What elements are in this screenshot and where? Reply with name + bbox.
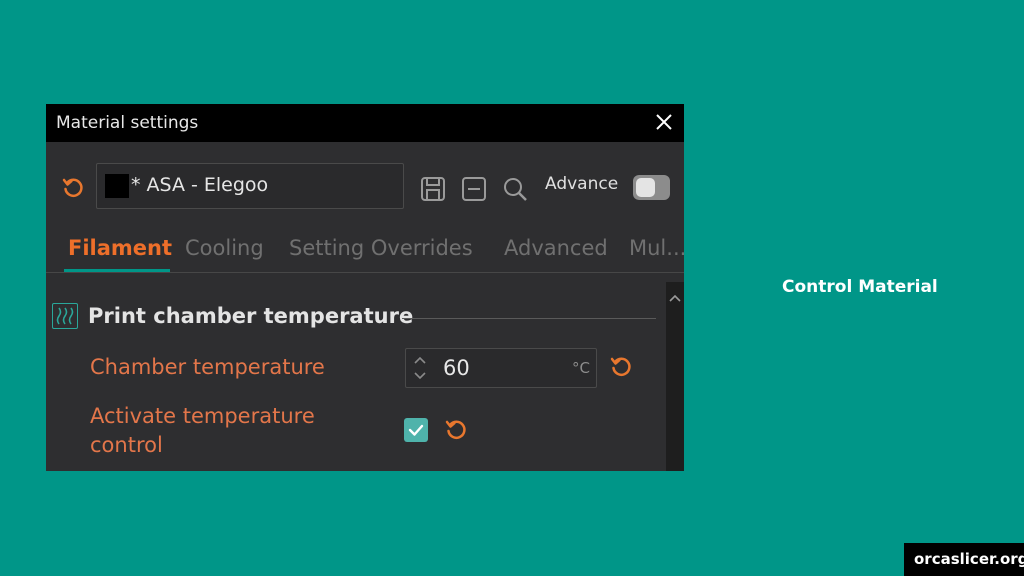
chamber-temperature-label: Chamber temperature (90, 355, 325, 379)
reset-temperature-control-icon[interactable] (444, 418, 468, 446)
vertical-scrollbar[interactable] (666, 282, 684, 471)
advance-label: Advance (545, 174, 619, 194)
site-badge: orcaslicer.org (904, 543, 1024, 576)
label-line-2: control (90, 433, 163, 457)
preset-name: * ASA - Elegoo (131, 174, 269, 196)
heat-waves-icon (52, 303, 78, 329)
preset-row: * ASA - Elegoo Advance (46, 154, 684, 214)
tab-filament[interactable]: Filament (68, 236, 172, 260)
advance-toggle[interactable] (633, 175, 670, 200)
activate-temperature-control-label: Activate temperature control (90, 402, 315, 460)
remove-preset-icon[interactable] (461, 176, 487, 206)
search-icon[interactable] (502, 176, 528, 206)
chamber-temperature-value: 60 (443, 356, 470, 380)
site-badge-text: orcaslicer.org (914, 550, 1024, 568)
section-divider (402, 318, 656, 319)
reset-chamber-temperature-icon[interactable] (609, 355, 633, 383)
chamber-temperature-input[interactable]: 60 °C (405, 348, 597, 388)
active-tab-indicator (64, 269, 170, 272)
reset-preset-icon[interactable] (61, 176, 85, 204)
dialog-title: Material settings (56, 113, 199, 133)
title-bar: Material settings (46, 104, 684, 142)
close-icon[interactable] (650, 108, 678, 136)
chevron-up-icon[interactable] (669, 288, 681, 307)
toggle-knob (636, 178, 655, 197)
spin-arrows-icon[interactable] (412, 353, 428, 387)
tab-multimaterial[interactable]: Mul... (629, 236, 684, 260)
temperature-unit: °C (572, 359, 590, 377)
caption-text: Control Material (782, 277, 938, 297)
section-header: Print chamber temperature (46, 300, 666, 334)
material-settings-dialog: Material settings * ASA - Elegoo Advance… (46, 104, 684, 471)
activate-temperature-control-checkbox[interactable] (404, 418, 428, 442)
filament-color-swatch (105, 174, 129, 198)
tab-bar: Filament Cooling Setting Overrides Advan… (46, 228, 684, 273)
tab-advanced[interactable]: Advanced (504, 236, 608, 260)
tab-cooling[interactable]: Cooling (185, 236, 264, 260)
label-line-1: Activate temperature (90, 404, 315, 428)
preset-combobox[interactable]: * ASA - Elegoo (96, 163, 404, 209)
section-title: Print chamber temperature (88, 304, 414, 328)
tab-setting-overrides[interactable]: Setting Overrides (289, 236, 473, 260)
save-icon[interactable] (420, 176, 446, 206)
